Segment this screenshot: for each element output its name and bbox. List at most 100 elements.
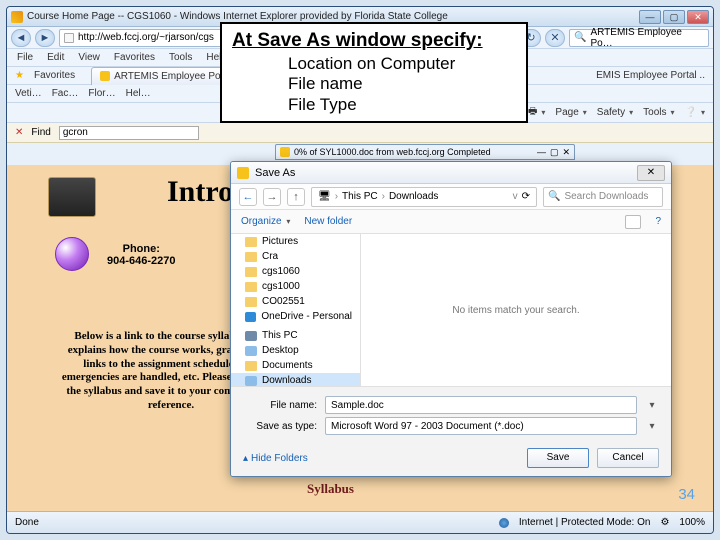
save-button[interactable]: Save <box>527 448 589 468</box>
save-type-select[interactable]: Microsoft Word 97 - 2003 Document (*.doc… <box>325 417 637 435</box>
organize-menu[interactable]: Organize <box>241 216 290 227</box>
phone-label: Phone: <box>107 243 176 255</box>
save-as-toolbar: Organize New folder ? <box>231 210 671 234</box>
tree-co02551[interactable]: CO02551 <box>231 294 360 309</box>
menu-view[interactable]: View <box>78 52 100 63</box>
course-image <box>48 177 96 217</box>
status-bar: Done Internet | Protected Mode: On ⚙ 100… <box>7 511 713 533</box>
dl-close-button[interactable]: ✕ <box>562 147 570 158</box>
dl-max-button[interactable]: ▢ <box>550 147 559 158</box>
link-item-1[interactable]: Fac… <box>52 88 79 99</box>
find-label: Find <box>31 127 50 138</box>
callout-heading: At Save As window specify: <box>232 30 516 52</box>
tree-cgs1060[interactable]: cgs1060 <box>231 264 360 279</box>
favorites-label[interactable]: Favorites <box>34 70 75 81</box>
filename-label: File name: <box>243 400 317 411</box>
zone-icon <box>499 518 509 528</box>
maximize-button[interactable]: ▢ <box>663 10 685 24</box>
save-type-dropdown-icon[interactable]: ▾ <box>645 421 659 432</box>
breadcrumb[interactable]: 🖥 › This PC › Downloads v ⟳ <box>311 187 537 207</box>
protected-mode-toggle[interactable]: ⚙ <box>660 517 669 528</box>
page-favicon <box>11 11 23 23</box>
crumb-downloads[interactable]: Downloads <box>389 191 438 202</box>
folder-search-box[interactable]: 🔍 Search Downloads <box>543 187 663 207</box>
decorative-sphere-icon <box>55 237 89 271</box>
link-item-3[interactable]: Hel… <box>126 88 151 99</box>
menu-file[interactable]: File <box>17 52 33 63</box>
download-icon <box>280 147 290 157</box>
minimize-button[interactable]: — <box>639 10 661 24</box>
stop-button[interactable]: ✕ <box>545 29 565 47</box>
syllabus-link[interactable]: Syllabus <box>307 481 354 497</box>
filename-dropdown-icon[interactable]: ▾ <box>645 400 659 411</box>
tree-downloads[interactable]: Downloads <box>231 373 360 386</box>
callout-line-2: File name <box>288 74 516 94</box>
cancel-button[interactable]: Cancel <box>597 448 659 468</box>
close-button[interactable]: ✕ <box>687 10 709 24</box>
folder-search-placeholder: Search Downloads <box>564 191 648 202</box>
save-as-bottom-row: ▴ Hide Folders Save Cancel <box>231 444 671 476</box>
tree-documents[interactable]: Documents <box>231 358 360 373</box>
callout-line-3: File Type <box>288 95 516 115</box>
search-icon: 🔍 <box>548 191 560 202</box>
search-placeholder: ARTEMIS Employee Po… <box>590 27 704 49</box>
download-text: 0% of SYL1000.doc from web.fccj.org Comp… <box>294 147 491 157</box>
window-title: Course Home Page -- CGS1060 - Windows In… <box>27 11 639 22</box>
save-as-icon <box>237 167 249 179</box>
save-as-titlebar: Save As ✕ <box>231 162 671 184</box>
zoom-level[interactable]: 100% <box>679 517 705 528</box>
find-close-icon[interactable]: ✕ <box>15 127 23 138</box>
folder-tree[interactable]: Pictures Cra cgs1060 cgs1000 CO02551 One… <box>231 234 361 386</box>
url-text: http://web.fccj.org/~rjarson/cgs <box>78 32 214 43</box>
instruction-callout: At Save As window specify: Location on C… <box>220 22 528 123</box>
save-as-nav-row: ← → ↑ 🖥 › This PC › Downloads v ⟳ 🔍 Sear… <box>231 184 671 210</box>
tools-menu[interactable]: Tools <box>643 107 674 118</box>
tree-onedrive[interactable]: OneDrive - Personal <box>231 309 360 324</box>
link-item-0[interactable]: Veti… <box>15 88 42 99</box>
tree-pictures[interactable]: Pictures <box>231 234 360 249</box>
help-button[interactable]: ❔ <box>685 107 705 118</box>
save-as-fields: File name: Sample.doc ▾ Save as type: Mi… <box>231 386 671 444</box>
crumb-dropdown-icon[interactable]: v <box>513 191 518 202</box>
page-heading: Intro <box>167 175 233 209</box>
find-input[interactable]: gcron <box>59 126 199 140</box>
back-button[interactable]: ◄ <box>11 29 31 47</box>
hide-folders-toggle[interactable]: ▴ Hide Folders <box>243 453 308 464</box>
nav-up-button[interactable]: ↑ <box>287 188 305 206</box>
dl-min-button[interactable]: — <box>537 147 546 157</box>
nav-forward-button[interactable]: → <box>263 188 281 206</box>
refresh-icon[interactable]: ⟳ <box>522 191 530 202</box>
search-box[interactable]: 🔍 ARTEMIS Employee Po… <box>569 29 709 47</box>
nav-back-button[interactable]: ← <box>239 188 257 206</box>
page-icon <box>64 33 74 43</box>
slide-number: 34 <box>678 486 695 503</box>
crumb-this-pc[interactable]: This PC <box>342 191 378 202</box>
menu-favorites[interactable]: Favorites <box>114 52 155 63</box>
tree-this-pc[interactable]: This PC <box>231 328 360 343</box>
favorites-tab[interactable]: ARTEMIS Employee Po… <box>91 67 240 85</box>
print-button[interactable]: 🖶 <box>528 104 545 121</box>
tree-cgs1000[interactable]: cgs1000 <box>231 279 360 294</box>
save-as-close-button[interactable]: ✕ <box>637 165 665 181</box>
favorites-star-icon[interactable]: ★ <box>15 70 24 81</box>
safety-menu[interactable]: Safety <box>597 107 633 118</box>
forward-button[interactable]: ► <box>35 29 55 47</box>
menu-edit[interactable]: Edit <box>47 52 64 63</box>
filename-input[interactable]: Sample.doc <box>325 396 637 414</box>
callout-line-1: Location on Computer <box>288 54 516 74</box>
phone-number: 904-646-2270 <box>107 255 176 267</box>
tree-cra[interactable]: Cra <box>231 249 360 264</box>
menu-tools[interactable]: Tools <box>169 52 192 63</box>
new-folder-button[interactable]: New folder <box>304 216 352 227</box>
tab-favicon <box>100 71 110 81</box>
view-options-button[interactable] <box>625 215 641 229</box>
file-list-area[interactable]: No items match your search. <box>361 234 671 386</box>
pc-icon: 🖥 <box>318 191 331 202</box>
help-icon[interactable]: ? <box>655 216 661 227</box>
link-item-2[interactable]: Flor… <box>88 88 115 99</box>
tree-desktop[interactable]: Desktop <box>231 343 360 358</box>
save-as-title: Save As <box>255 167 295 179</box>
save-type-label: Save as type: <box>243 421 317 432</box>
page-menu[interactable]: Page <box>555 107 586 118</box>
save-as-dialog: Save As ✕ ← → ↑ 🖥 › This PC › Downloads … <box>230 161 672 477</box>
